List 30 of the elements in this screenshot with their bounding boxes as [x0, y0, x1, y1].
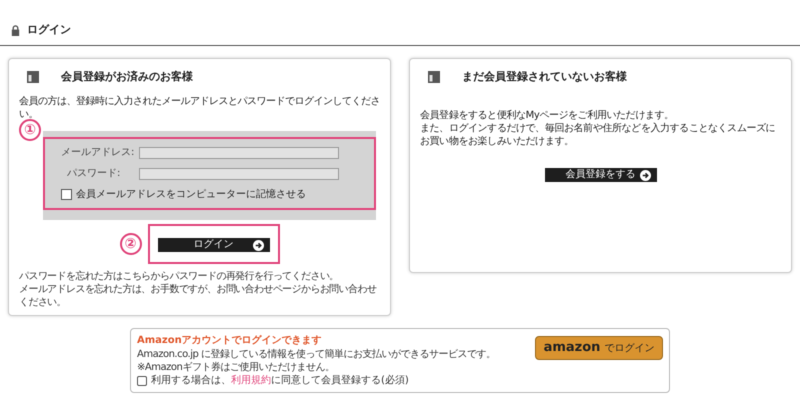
page-title: ログイン [27, 22, 71, 38]
description-text: Amazon.co.jp に登録している情報を使って簡単にお支払いができるサービスです。 [137, 348, 497, 361]
checkbox-label: 会員メールアドレスをコンピューターに記憶させる [76, 188, 306, 202]
field-label: パスワード: [66, 167, 122, 181]
card-title: 会員登録がお済みのお客様 [61, 68, 193, 84]
description-text: ※Amazonギフト券はご使用いただけません。 [137, 361, 336, 374]
card-title: まだ会員登録されていないお客様 [462, 68, 627, 84]
panel-icon [428, 70, 440, 83]
arrow-circle-icon [640, 170, 650, 180]
annotation-number: ① [19, 119, 41, 141]
description-text: 会員登録をすると便利なMyページをご利用いただけます。 [420, 109, 675, 122]
field-label: メールアドレス: [61, 146, 136, 160]
amazon-login-button[interactable]: amazon でログイン [535, 336, 663, 360]
description-text: また、ログインするだけで、毎回お名前や住所などを入力することなくスムーズにお買い物をお楽しみいただけます。 [420, 122, 776, 148]
login-button[interactable]: ログイン [158, 238, 270, 252]
register-button[interactable]: 会員登録をする [544, 168, 656, 182]
checkbox[interactable] [61, 189, 72, 200]
annotation-number: ② [120, 233, 142, 255]
input-field[interactable] [139, 146, 339, 158]
input-field[interactable] [139, 168, 339, 180]
terms-link[interactable]: 利用規約 [231, 375, 271, 386]
panel-icon [27, 70, 39, 83]
lock-icon [10, 24, 21, 36]
agreement-text: 利用する場合は、利用規約に同意して会員登録する(必須) [151, 374, 409, 387]
panel-title: Amazonアカウントでログインできます [137, 334, 323, 348]
arrow-circle-icon [252, 240, 264, 250]
help-text: メールアドレスを忘れた方は、お手数ですが、お問い合わせページからお問い合わせください。 [19, 283, 378, 309]
checkbox[interactable] [137, 376, 147, 386]
instruction-text: 会員の方は、登録時に入力されたメールアドレスとパスワードでログインしてください。 [19, 95, 380, 121]
help-text: パスワードを忘れた方はこちらからパスワードの再発行を行ってください。 [19, 270, 340, 283]
